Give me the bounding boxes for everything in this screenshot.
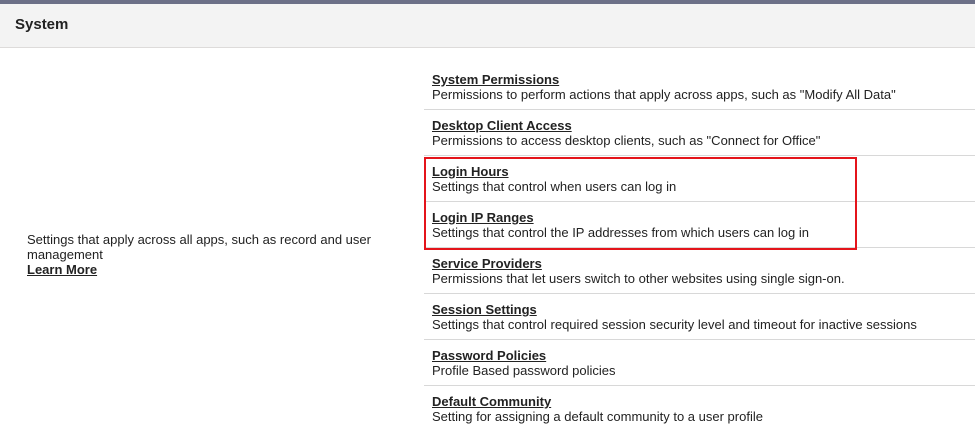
service-providers-link[interactable]: Service Providers <box>432 256 975 271</box>
settings-item-desktop-client-access: Desktop Client Access Permissions to acc… <box>424 110 975 156</box>
settings-item-system-permissions: System Permissions Permissions to perfor… <box>424 64 975 110</box>
password-policies-description: Profile Based password policies <box>432 363 616 378</box>
section-description: Settings that apply across all apps, suc… <box>27 232 371 262</box>
default-community-description: Setting for assigning a default communit… <box>432 409 763 424</box>
settings-item-login-hours: Login Hours Settings that control when u… <box>424 156 975 202</box>
service-providers-description: Permissions that let users switch to oth… <box>432 271 845 286</box>
password-policies-link[interactable]: Password Policies <box>432 348 975 363</box>
login-hours-description: Settings that control when users can log… <box>432 179 677 194</box>
login-ip-ranges-link[interactable]: Login IP Ranges <box>432 210 975 225</box>
section-description-block: Settings that apply across all apps, suc… <box>27 232 399 277</box>
learn-more-link[interactable]: Learn More <box>27 262 97 277</box>
login-hours-link[interactable]: Login Hours <box>432 164 975 179</box>
settings-item-login-ip-ranges: Login IP Ranges Settings that control th… <box>424 202 975 248</box>
settings-item-session-settings: Session Settings Settings that control r… <box>424 294 975 340</box>
settings-item-password-policies: Password Policies Profile Based password… <box>424 340 975 386</box>
system-permissions-description: Permissions to perform actions that appl… <box>432 87 896 102</box>
section-title: System <box>15 16 69 33</box>
login-ip-ranges-description: Settings that control the IP addresses f… <box>432 225 809 240</box>
settings-item-service-providers: Service Providers Permissions that let u… <box>424 248 975 294</box>
desktop-client-access-link[interactable]: Desktop Client Access <box>432 118 975 133</box>
session-settings-description: Settings that control required session s… <box>432 317 917 332</box>
settings-item-default-community: Default Community Setting for assigning … <box>424 386 975 432</box>
session-settings-link[interactable]: Session Settings <box>432 302 975 317</box>
settings-list: System Permissions Permissions to perfor… <box>424 64 975 432</box>
section-header: System <box>0 4 975 48</box>
default-community-link[interactable]: Default Community <box>432 394 975 409</box>
system-permissions-link[interactable]: System Permissions <box>432 72 975 87</box>
desktop-client-access-description: Permissions to access desktop clients, s… <box>432 133 821 148</box>
